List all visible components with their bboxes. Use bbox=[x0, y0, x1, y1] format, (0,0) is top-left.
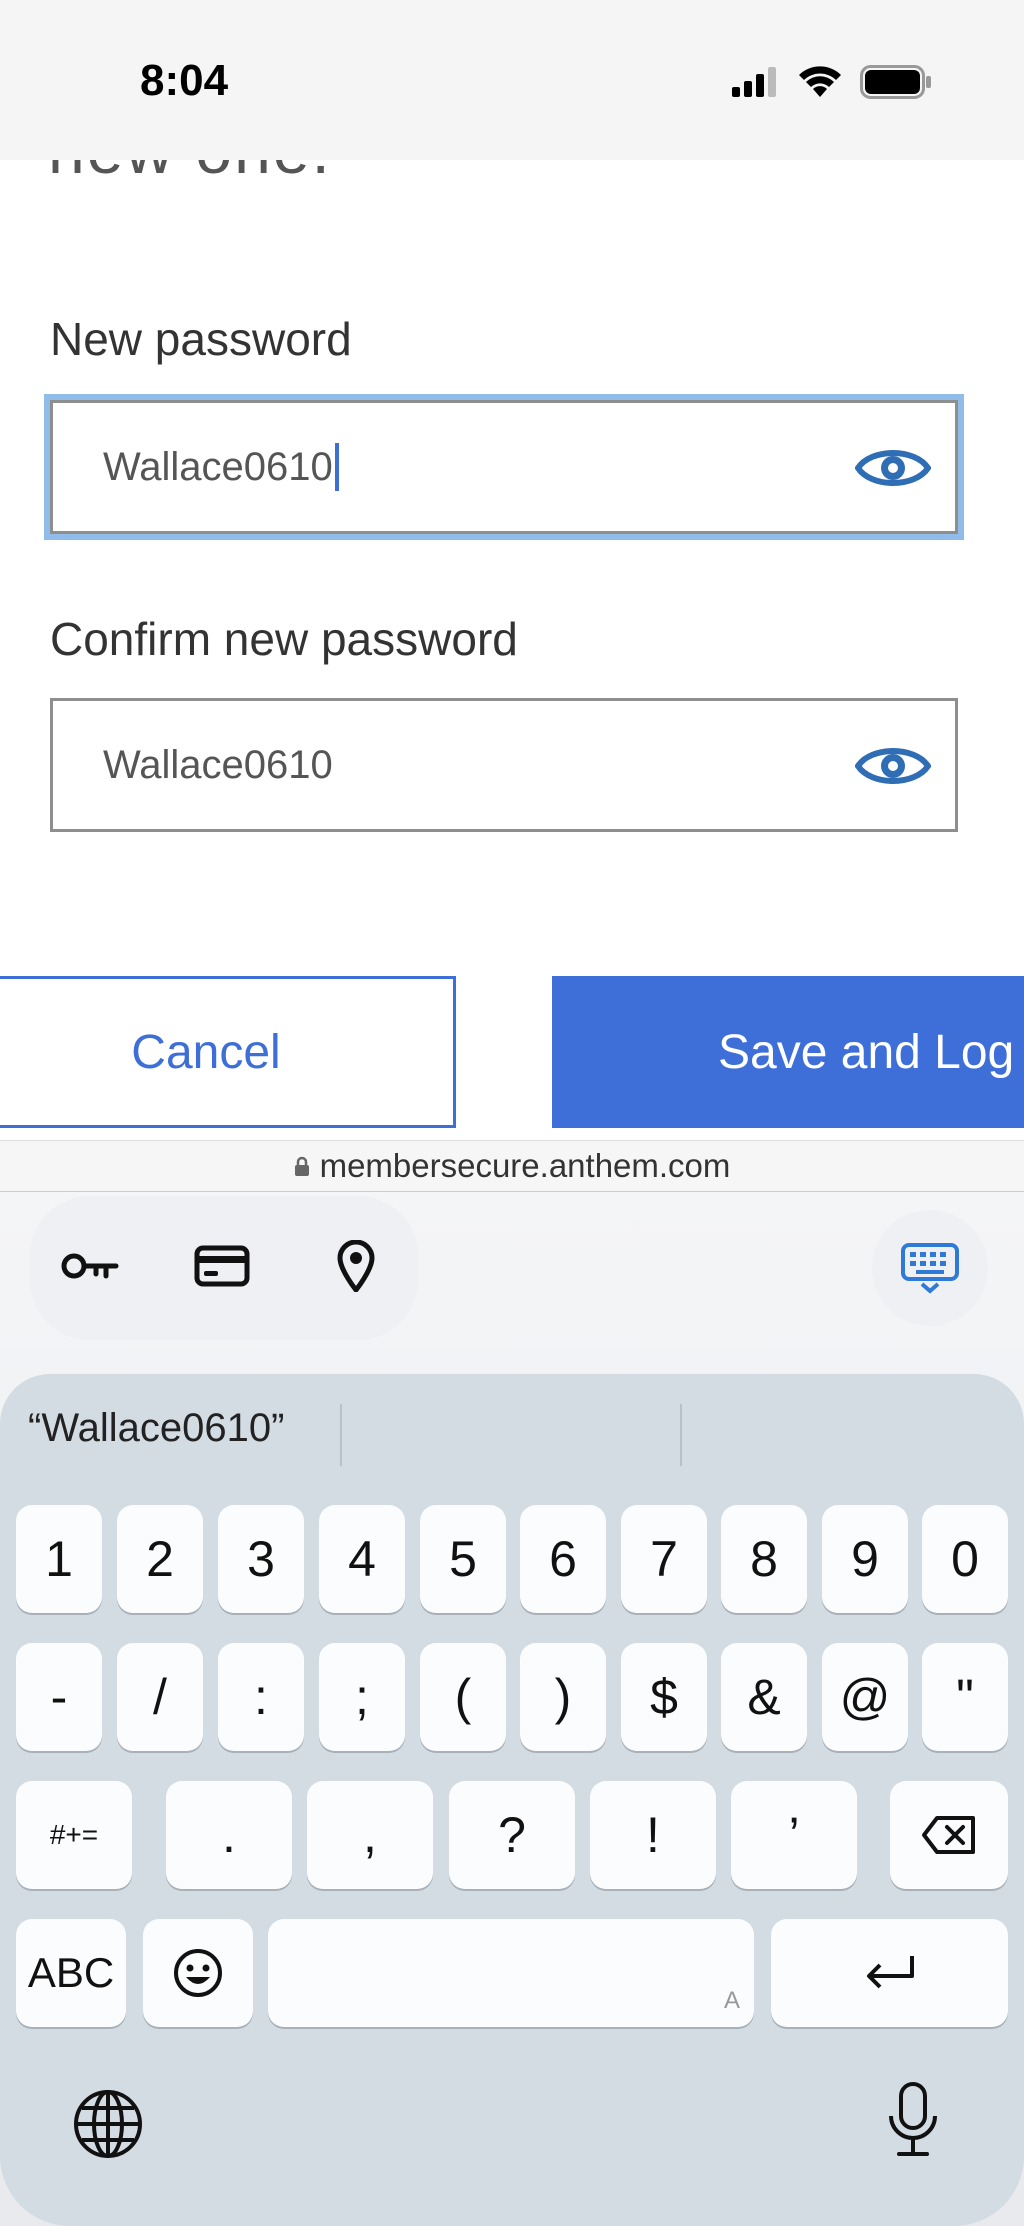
cancel-button[interactable]: Cancel bbox=[0, 976, 456, 1128]
key-exclamation[interactable]: ! bbox=[590, 1781, 716, 1889]
show-password-eye-icon[interactable] bbox=[855, 443, 931, 493]
globe-icon[interactable] bbox=[68, 2084, 148, 2164]
status-bar: 8:04 bbox=[0, 0, 1024, 160]
cellular-signal-icon bbox=[732, 67, 776, 97]
key-dollar[interactable]: $ bbox=[621, 1643, 707, 1751]
suggestion-divider bbox=[340, 1404, 342, 1466]
status-time: 8:04 bbox=[140, 56, 229, 105]
key-5[interactable]: 5 bbox=[420, 1505, 506, 1613]
key-8[interactable]: 8 bbox=[721, 1505, 807, 1613]
new-password-value: Wallace0610 bbox=[103, 444, 333, 489]
delete-key[interactable] bbox=[890, 1781, 1008, 1889]
key-ampersand[interactable]: & bbox=[721, 1643, 807, 1751]
lock-icon bbox=[294, 1156, 309, 1176]
emoji-icon bbox=[174, 1949, 222, 1997]
wifi-icon bbox=[799, 66, 841, 97]
key-open-paren[interactable]: ( bbox=[420, 1643, 506, 1751]
key-6[interactable]: 6 bbox=[520, 1505, 606, 1613]
microphone-icon[interactable] bbox=[873, 2080, 953, 2160]
keyboard-toggle-icon[interactable] bbox=[872, 1210, 988, 1326]
key-hyphen[interactable]: - bbox=[16, 1643, 102, 1751]
key-2[interactable]: 2 bbox=[117, 1505, 203, 1613]
backspace-icon bbox=[922, 1816, 975, 1854]
return-icon bbox=[866, 1956, 914, 1989]
battery-icon bbox=[860, 65, 931, 99]
key-3[interactable]: 3 bbox=[218, 1505, 304, 1613]
space-key-mark: A bbox=[723, 1987, 740, 2014]
show-confirm-password-eye-icon[interactable] bbox=[855, 741, 931, 791]
suggestion-divider bbox=[680, 1404, 682, 1466]
passwords-key-icon[interactable] bbox=[58, 1236, 122, 1296]
browser-url-bar[interactable]: membersecure.anthem.com bbox=[0, 1140, 1024, 1192]
key-period[interactable]: . bbox=[166, 1781, 292, 1889]
save-and-log-in-button[interactable]: Save and Log In bbox=[552, 976, 1024, 1128]
key-colon[interactable]: : bbox=[218, 1643, 304, 1751]
key-4[interactable]: 4 bbox=[319, 1505, 405, 1613]
new-password-field[interactable]: Wallace0610 bbox=[50, 400, 958, 534]
text-caret bbox=[334, 443, 339, 491]
url-text: membersecure.anthem.com bbox=[319, 1147, 731, 1184]
key-semicolon[interactable]: ; bbox=[319, 1643, 405, 1751]
abc-key[interactable]: ABC bbox=[16, 1919, 126, 2027]
keyboard-suggestion[interactable]: “Wallace0610” bbox=[28, 1406, 284, 1451]
key-comma[interactable]: , bbox=[307, 1781, 433, 1889]
new-password-value-wrap: Wallace0610 bbox=[103, 403, 339, 531]
key-question[interactable]: ? bbox=[449, 1781, 575, 1889]
key-close-paren[interactable]: ) bbox=[520, 1643, 606, 1751]
key-7[interactable]: 7 bbox=[621, 1505, 707, 1613]
key-quote[interactable]: " bbox=[922, 1643, 1008, 1751]
key-more-symbols[interactable]: #+= bbox=[16, 1781, 132, 1889]
status-icons bbox=[732, 62, 932, 102]
key-slash[interactable]: / bbox=[117, 1643, 203, 1751]
return-key[interactable] bbox=[771, 1919, 1008, 2027]
space-key[interactable]: A bbox=[268, 1919, 754, 2027]
emoji-key[interactable] bbox=[143, 1919, 253, 2027]
confirm-password-value: Wallace0610 bbox=[103, 742, 333, 787]
confirm-password-field[interactable]: Wallace0610 bbox=[50, 698, 958, 832]
key-apostrophe[interactable]: ’ bbox=[731, 1781, 857, 1889]
key-9[interactable]: 9 bbox=[822, 1505, 908, 1613]
confirm-password-value-wrap: Wallace0610 bbox=[103, 701, 333, 829]
credit-card-icon[interactable] bbox=[190, 1236, 254, 1296]
key-1[interactable]: 1 bbox=[16, 1505, 102, 1613]
key-0[interactable]: 0 bbox=[922, 1505, 1008, 1613]
key-at[interactable]: @ bbox=[822, 1643, 908, 1751]
location-pin-icon[interactable] bbox=[324, 1236, 388, 1296]
confirm-password-label: Confirm new password bbox=[50, 613, 518, 665]
new-password-label: New password bbox=[50, 313, 352, 365]
